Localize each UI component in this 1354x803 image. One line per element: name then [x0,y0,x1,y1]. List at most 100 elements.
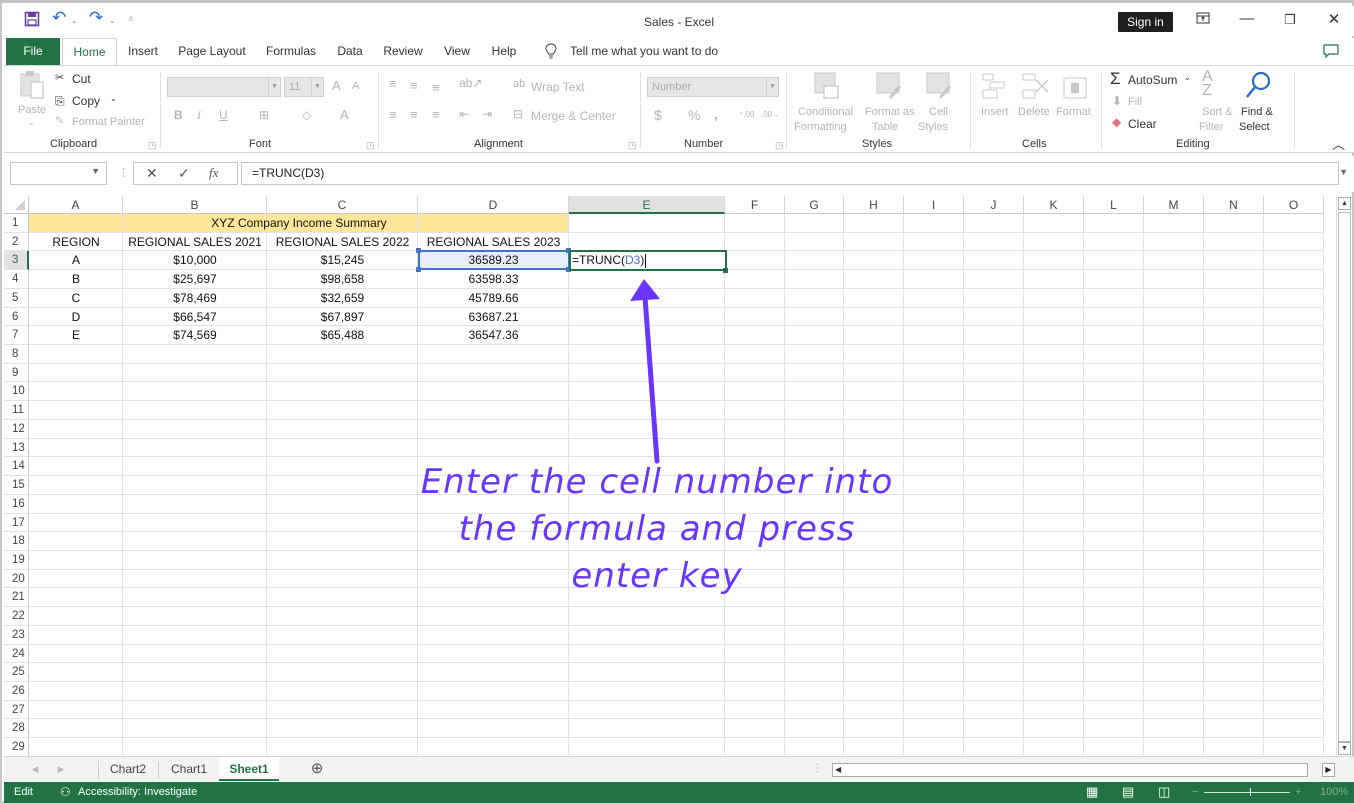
tab-file[interactable]: File [6,38,60,65]
cell-styles-line1[interactable]: Cell [929,106,948,118]
row-header-28[interactable]: 28 [4,719,29,739]
find-select-button[interactable]: Select [1239,121,1270,133]
undo-dropdown-icon[interactable]: ⌄ [71,16,78,25]
page-break-view-icon[interactable]: ◫ [1158,784,1170,800]
paste-button[interactable]: Paste [18,104,46,116]
row-header-25[interactable]: 25 [4,663,29,682]
column-header-l[interactable]: L [1084,196,1144,214]
sign-in-button[interactable]: Sign in [1118,12,1173,32]
row-header-15[interactable]: 15 [4,476,29,495]
align-top-icon[interactable]: ≡ [389,76,397,91]
active-cell-e3-editor[interactable]: =TRUNC(D3) [569,250,727,272]
tab-help[interactable]: Help [488,38,520,65]
row-header-14[interactable]: 14 [4,457,29,477]
bold-button[interactable]: B [174,108,183,122]
underline-button[interactable]: U [219,108,228,122]
find-select-line1[interactable]: Find & [1241,106,1273,118]
zoom-slider-thumb[interactable] [1250,788,1251,796]
next-sheet-icon[interactable]: ▶ [54,757,68,781]
column-header-b[interactable]: B [123,196,267,214]
data-cell[interactable]: $25,697 [123,270,267,289]
data-cell[interactable]: 36589.23 [418,251,569,270]
data-cell[interactable]: 45789.66 [418,289,569,308]
row-header-3[interactable]: 3 [4,251,29,271]
cell-styles-button[interactable]: Styles [918,121,948,133]
data-cell[interactable]: 63598.33 [418,270,569,289]
sheet-tab-chart2[interactable]: Chart2 [99,757,157,781]
align-right-icon[interactable]: ≡ [432,107,440,122]
column-header-f[interactable]: F [725,196,785,214]
close-icon[interactable]: ✕ [1319,10,1349,28]
restore-icon[interactable]: ❐ [1275,12,1305,28]
row-header-29[interactable]: 29 [4,738,29,756]
column-header-e[interactable]: E [569,196,725,214]
redo-icon[interactable]: ↷ [89,8,103,28]
row-header-13[interactable]: 13 [4,438,29,458]
column-header-g[interactable]: G [785,196,844,214]
font-dialog-launcher-icon[interactable]: ◳ [366,140,375,151]
customize-quick-access-icon[interactable]: ⩡ [128,14,134,25]
row-header-27[interactable]: 27 [4,700,29,720]
fill-button[interactable]: Fill [1128,96,1142,108]
copy-dropdown-icon[interactable]: ⌄ [110,94,117,103]
insert-cells-button[interactable]: Insert [981,106,1009,118]
currency-button[interactable]: $ [654,107,662,123]
select-all-button[interactable] [4,196,29,214]
column-header-m[interactable]: M [1144,196,1204,214]
increase-decimal-button[interactable]: ⁺.00 [739,110,754,119]
prev-sheet-icon[interactable]: ◀ [28,757,42,781]
paste-dropdown-icon[interactable]: ⌄ [28,118,35,127]
accessibility-checker-button[interactable]: Accessibility: Investigate [78,786,197,798]
conditional-formatting-line1[interactable]: Conditional [798,106,853,118]
tab-review[interactable]: Review [380,38,426,65]
wrap-text-button[interactable]: Wrap Text [531,80,585,94]
data-cell[interactable]: $67,897 [267,308,418,327]
cancel-entry-button[interactable]: ✕ [146,165,158,182]
row-header-16[interactable]: 16 [4,494,29,514]
format-cells-button[interactable]: Format [1056,106,1091,118]
comments-icon[interactable] [1320,38,1342,65]
fill-handle[interactable] [723,268,728,274]
data-cell[interactable]: $78,469 [123,289,267,308]
row-header-18[interactable]: 18 [4,532,29,551]
new-sheet-icon[interactable]: ⊕ [307,757,327,781]
formula-input[interactable]: =TRUNC(D3) [241,162,1339,185]
data-cell[interactable]: $65,488 [267,326,418,345]
tab-view[interactable]: View [440,38,474,65]
horizontal-scrollbar[interactable]: ◀ [832,763,1308,777]
tab-formulas[interactable]: Formulas [262,38,320,65]
align-center-icon[interactable]: ≡ [410,107,418,122]
ribbon-display-options-icon[interactable] [1188,11,1218,28]
tab-page-layout[interactable]: Page Layout [176,38,248,65]
align-middle-icon[interactable]: ≡ [410,78,418,93]
collapse-ribbon-icon[interactable]: ︿ [1332,134,1345,153]
name-box[interactable]: ▼ [10,162,107,185]
row-header-11[interactable]: 11 [4,401,29,420]
column-header-a[interactable]: A [29,196,123,214]
zoom-slider[interactable] [1204,792,1290,793]
alignment-dialog-launcher-icon[interactable]: ◳ [628,140,637,151]
column-header-j[interactable]: J [964,196,1024,214]
row-header-2[interactable]: 2 [4,232,29,252]
borders-icon[interactable]: ⊞ [259,108,269,122]
format-painter-button[interactable]: Format Painter [72,116,145,128]
autosum-button[interactable]: AutoSum [1128,73,1177,87]
row-header-21[interactable]: 21 [4,588,29,608]
align-bottom-icon[interactable]: ≡ [432,80,440,95]
orientation-icon[interactable]: ab↗ [459,76,482,90]
scroll-up-button[interactable]: ▲ [1338,197,1351,210]
sheet-tab-sheet1[interactable]: Sheet1 [219,757,279,781]
redo-dropdown-icon[interactable]: ⌄ [109,16,116,25]
column-header-h[interactable]: H [844,196,904,214]
confirm-entry-button[interactable]: ✓ [178,165,190,182]
data-cell[interactable]: 63687.21 [418,308,569,327]
column-header-i[interactable]: I [904,196,964,214]
data-cell[interactable]: 36547.36 [418,326,569,345]
data-cell[interactable]: $74,569 [123,326,267,345]
decrease-decimal-button[interactable]: .00→ [761,110,780,119]
format-as-table-line1[interactable]: Format as [865,106,915,118]
autosum-dropdown-icon[interactable]: ⌄ [1184,73,1191,82]
minimize-icon[interactable]: — [1232,10,1262,27]
zoom-out-button[interactable]: − [1192,786,1198,798]
row-header-12[interactable]: 12 [4,419,29,439]
